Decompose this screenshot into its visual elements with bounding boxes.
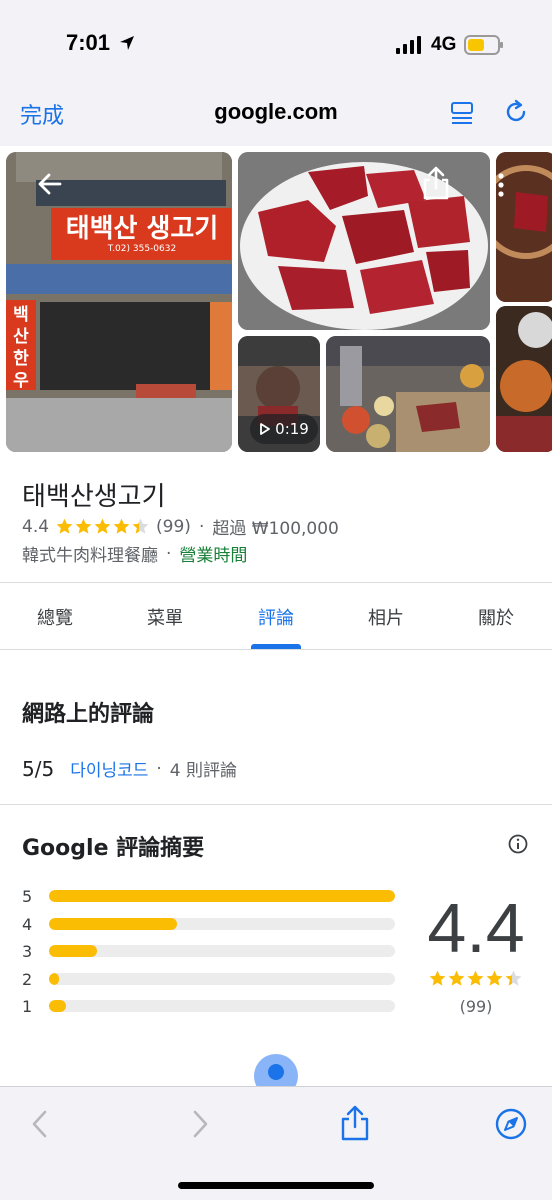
place-category: 韓式牛肉料理餐廳 [22,546,158,566]
rating-bar-track [49,972,395,985]
star-icon [94,518,111,534]
rating-bar-track [49,1000,395,1012]
reader-view-icon[interactable] [449,100,475,126]
web-review-row[interactable]: 5/5 다이닝코드 · 4 則評論 [22,756,238,782]
stew-photo[interactable] [496,306,552,452]
star-icon [75,518,92,534]
page: 7:01 4G 完成 google.com 태백산 생고기 T.02) 355-… [0,0,552,1200]
rating-bar-label: 1 [22,997,33,1016]
rating-bar-fill [49,1000,67,1012]
review-summary-title: Google 評論摘要 [22,836,205,861]
compass-icon[interactable] [495,1108,527,1140]
star-icon [132,518,149,534]
web-review-count: 4 則評論 [169,761,238,781]
star-icon [113,518,130,534]
rating-value: 4.4 [22,516,50,537]
chevron-left-icon[interactable] [28,1109,52,1139]
divider [0,804,552,805]
cellular-signal-icon [396,36,421,54]
total-review-count: (99) [459,997,493,1016]
share-icon[interactable] [340,1105,370,1141]
average-rating: 4.4 [427,889,525,967]
separator: · [156,758,162,779]
star-icon [486,970,503,986]
rating-bar-label: 5 [22,887,33,906]
web-review-source[interactable]: 다이닝코드 [70,756,148,781]
tab-overview[interactable]: 總覽 [0,604,110,630]
rating-bar-fill [49,972,60,985]
photo-gallery: 태백산 생고기 T.02) 355-0632 백산 한우 [0,146,552,460]
divider [0,582,552,583]
chevron-right-icon[interactable] [188,1109,212,1139]
status-bar: 7:01 4G [0,0,552,86]
price-level: 超過 ₩100,000 [212,519,339,539]
video-duration-badge: 0:19 [250,414,318,444]
star-icon [56,518,73,534]
video-duration: 0:19 [275,420,309,438]
rating-bar-label: 2 [22,969,33,989]
done-button[interactable]: 完成 [20,98,64,130]
rating-bar-track [49,890,395,902]
stew-illustration [496,306,552,452]
storefront-sign-text: 태백산 생고기 [65,214,219,244]
storefront-sign: 태백산 생고기 T.02) 355-0632 [54,214,230,254]
tab-reviews[interactable]: 評論 [221,604,331,630]
table-spread-photo[interactable] [326,336,490,452]
rating-bar-label: 4 [22,914,33,934]
average-rating-stars [428,969,523,988]
reload-icon[interactable] [502,98,530,126]
play-icon [260,423,271,435]
rating-bar-fill [49,945,98,957]
battery-icon [464,35,503,55]
back-arrow-icon[interactable] [36,170,64,198]
star-icon [448,970,465,986]
share-icon[interactable] [422,166,450,200]
separator: · [198,516,205,537]
separator: · [166,543,172,564]
info-icon[interactable] [508,834,528,854]
home-indicator [178,1182,374,1189]
rating-row: 4.4 (99) · 超過 ₩100,000 [22,514,339,540]
web-reviews-title: 網路上的評論 [22,702,155,727]
review-count[interactable]: (99) [156,517,191,537]
location-arrow-icon [120,36,134,50]
beef-plate-illustration [238,152,490,330]
star-icon [467,970,484,986]
tab-photos[interactable]: 相片 [331,604,441,630]
rating-bar-fill [49,890,395,902]
beef-plate-photo[interactable] [238,152,490,330]
opening-hours-link[interactable]: 營業時間 [179,541,247,566]
rating-bar-label: 3 [22,942,33,961]
more-options-icon[interactable] [496,172,506,198]
tab-menu[interactable]: 菜單 [110,604,220,630]
table-illustration [326,336,490,452]
tab-about[interactable]: 關於 [441,604,551,630]
network-label: 4G [431,34,457,55]
rating-bar-track [49,917,395,930]
place-name: 태백산생고기 [22,482,166,512]
tab-bar: 總覽 菜單 評論 相片 關於 [0,584,552,648]
web-review-score: 5/5 [22,756,55,781]
star-icon [429,970,446,986]
storefront-phone: T.02) 355-0632 [107,244,177,254]
star-icon [505,970,522,986]
category-row: 韓式牛肉料理餐廳 · 營業時間 [22,541,247,567]
rating-bar-track [49,945,395,957]
status-time: 7:01 [66,30,111,55]
rating-bar-fill [49,917,178,930]
divider [0,649,552,650]
rating-stars [55,517,150,536]
side-sign-text: 백산 한우 [13,305,29,391]
browser-top-bar: 完成 google.com [0,86,552,146]
